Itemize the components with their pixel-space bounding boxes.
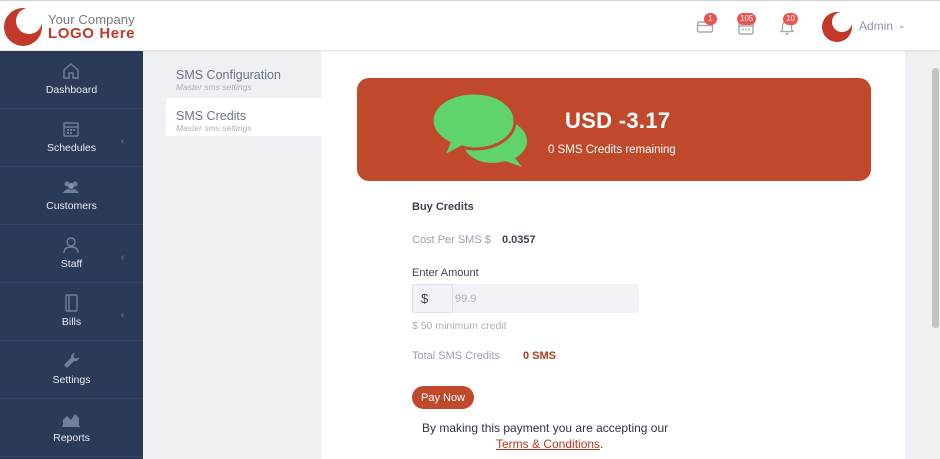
chevron-down-icon[interactable]: ⌄ [898, 20, 906, 31]
scrollbar-thumb[interactable] [932, 68, 939, 328]
total-sms-credits-value: 0 SMS [523, 350, 557, 362]
credit-balance-banner: USD -3.17 0 SMS Credits remaining [357, 78, 871, 181]
submenu-item-title: SMS Configuration [176, 68, 281, 82]
user-name[interactable]: Admin [859, 19, 893, 33]
logo-mark-icon [4, 8, 42, 46]
pay-now-button[interactable]: Pay Now [412, 386, 474, 409]
sidebar-item-schedules[interactable]: Schedules ‹ [0, 109, 143, 167]
chart-icon [62, 414, 80, 427]
enter-amount-label: Enter Amount [412, 267, 479, 279]
sidebar-item-label: Settings [52, 374, 91, 386]
submenu-item-sms-credits[interactable]: SMS Credits Master sms settings [166, 98, 321, 136]
calendar-badge: 105 [737, 13, 757, 25]
wrench-icon [64, 352, 80, 368]
amount-input[interactable] [453, 284, 639, 313]
submenu-item-desc: Master sms settings [176, 82, 252, 92]
bell-badge: 10 [783, 13, 798, 25]
chat-bubbles-icon [431, 91, 527, 167]
cost-per-sms-value: 0.0357 [502, 234, 536, 246]
submenu-item-sms-configuration[interactable]: SMS Configuration Master sms settings [166, 57, 321, 95]
sidebar-item-settings[interactable]: Settings [0, 341, 143, 399]
sidebar-item-dashboard[interactable]: Dashboard [0, 51, 143, 109]
chevron-left-icon: ‹ [121, 310, 125, 321]
minimum-credit-hint: $ 50 minimum credit [412, 320, 507, 332]
sidebar-item-reports[interactable]: Reports [0, 399, 143, 457]
total-sms-credits-label: Total SMS Credits [412, 350, 501, 362]
settings-submenu: SMS Configuration Master sms settings SM… [143, 51, 321, 459]
user-icon [63, 237, 79, 254]
book-icon [65, 294, 78, 312]
calendar-icon [63, 122, 79, 137]
sidebar-item-label: Customers [46, 200, 97, 212]
company-logo[interactable]: Your Company LOGO Here [3, 7, 153, 49]
currency-prefix: $ [412, 284, 453, 313]
chevron-left-icon: ‹ [121, 136, 125, 147]
sidebar-item-label: Reports [53, 432, 90, 444]
credits-remaining: 0 SMS Credits remaining [548, 144, 676, 156]
sidebar-item-label: Dashboard [45, 84, 98, 96]
submenu-item-title: SMS Credits [176, 109, 247, 123]
sidebar: Dashboard Schedules ‹ Customers Staff ‹ … [0, 51, 143, 459]
payment-consent-text: By making this payment you are accepting… [422, 421, 669, 435]
logo-text-bottom: LOGO Here [48, 25, 136, 42]
users-icon [63, 181, 79, 193]
submenu-item-desc: Master sms settings [176, 123, 252, 133]
home-icon [63, 63, 79, 79]
amount-input-group: $ [412, 284, 639, 313]
sidebar-item-bills[interactable]: Bills ‹ [0, 283, 143, 341]
cost-per-sms-label: Cost Per SMS $ [412, 234, 491, 246]
buy-credits-title: Buy Credits [412, 201, 474, 213]
avatar[interactable] [822, 12, 852, 42]
card-badge: 1 [704, 13, 717, 25]
terms-line: Terms & Conditions. [496, 437, 603, 451]
sidebar-item-staff[interactable]: Staff ‹ [0, 225, 143, 283]
credit-balance-amount: USD -3.17 [565, 108, 671, 133]
sidebar-item-customers[interactable]: Customers [0, 167, 143, 225]
chevron-left-icon: ‹ [121, 252, 125, 263]
terms-conditions-link[interactable]: Terms & Conditions [496, 437, 600, 451]
terms-period: . [600, 437, 604, 451]
top-header: Your Company LOGO Here 1 105 10 Admin ⌄ [0, 0, 940, 51]
